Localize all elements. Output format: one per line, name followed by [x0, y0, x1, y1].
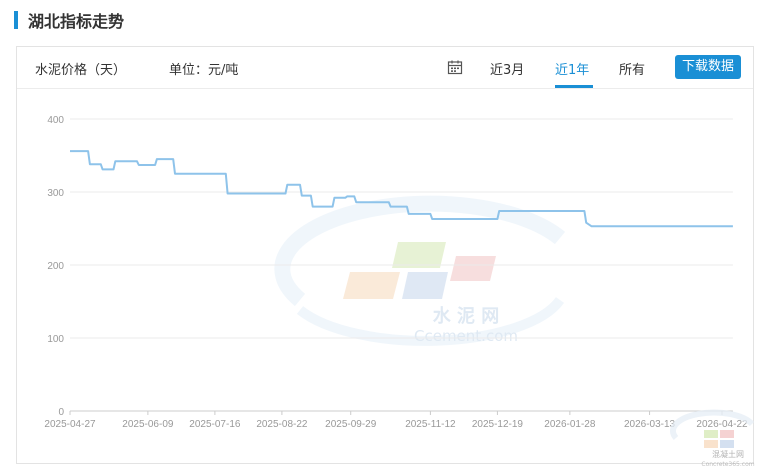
x-tick-label: 2025-04-27	[44, 419, 96, 430]
x-tick-label: 2025-09-29	[325, 419, 377, 430]
x-tick-label: 2025-12-19	[472, 419, 524, 430]
x-tick-label: 2025-06-09	[122, 419, 174, 430]
watermark-tile	[450, 256, 496, 281]
x-tick-label: 2025-11-12	[405, 419, 456, 430]
watermark: 水 泥 网 Ccement.com	[274, 195, 566, 346]
logo-tile	[704, 440, 718, 448]
watermark-tile	[392, 242, 446, 268]
logo-tile	[704, 430, 718, 438]
corner-logo-url: Concrete365.com	[701, 461, 754, 468]
logo-tile	[720, 440, 734, 448]
grid	[70, 118, 733, 339]
price-line-chart: 水 泥 网 Ccement.com 0 100 200 300 400 2025-04-2…	[44, 115, 754, 468]
watermark-tile	[343, 272, 400, 299]
series	[70, 150, 733, 228]
y-tick-label: 400	[47, 115, 64, 126]
watermark-url: Ccement.com	[414, 327, 518, 345]
x-tick-label: 2026-03-13	[624, 419, 676, 430]
x-tick-label: 2026-04-22	[696, 419, 748, 430]
watermark-text: 水 泥 网	[433, 305, 500, 327]
x-tick-label: 2025-07-16	[189, 419, 241, 430]
watermark-tile	[402, 272, 448, 299]
y-tick-label: 200	[47, 261, 64, 272]
price-series-line	[70, 150, 733, 228]
y-tick-label: 300	[47, 188, 64, 199]
y-tick-label: 0	[58, 407, 64, 418]
x-tick-label: 2026-01-28	[544, 419, 596, 430]
x-tick-label: 2025-08-22	[256, 419, 308, 430]
y-tick-label: 100	[47, 334, 64, 345]
corner-logo-text: 混凝土网	[712, 449, 744, 459]
logo-tile	[720, 430, 734, 438]
